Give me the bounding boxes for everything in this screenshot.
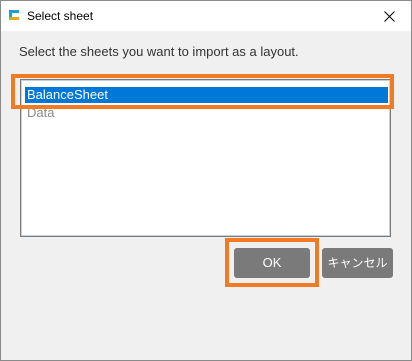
- close-button[interactable]: [367, 1, 411, 31]
- title-bar: Select sheet: [1, 1, 411, 31]
- instruction-text: Select the sheets you want to import as …: [19, 44, 299, 59]
- sheet-item-balancesheet[interactable]: BalanceSheet: [25, 87, 388, 103]
- close-icon: [383, 10, 395, 22]
- sheet-item-data[interactable]: Data: [25, 105, 388, 121]
- cancel-button[interactable]: キャンセル: [322, 248, 393, 278]
- sheet-listbox[interactable]: BalanceSheet Data: [20, 79, 391, 237]
- window-title: Select sheet: [27, 9, 94, 23]
- select-sheet-dialog: Select sheet Select the sheets you want …: [0, 0, 412, 361]
- ok-button[interactable]: OK: [234, 248, 310, 278]
- app-logo-icon: [9, 10, 19, 20]
